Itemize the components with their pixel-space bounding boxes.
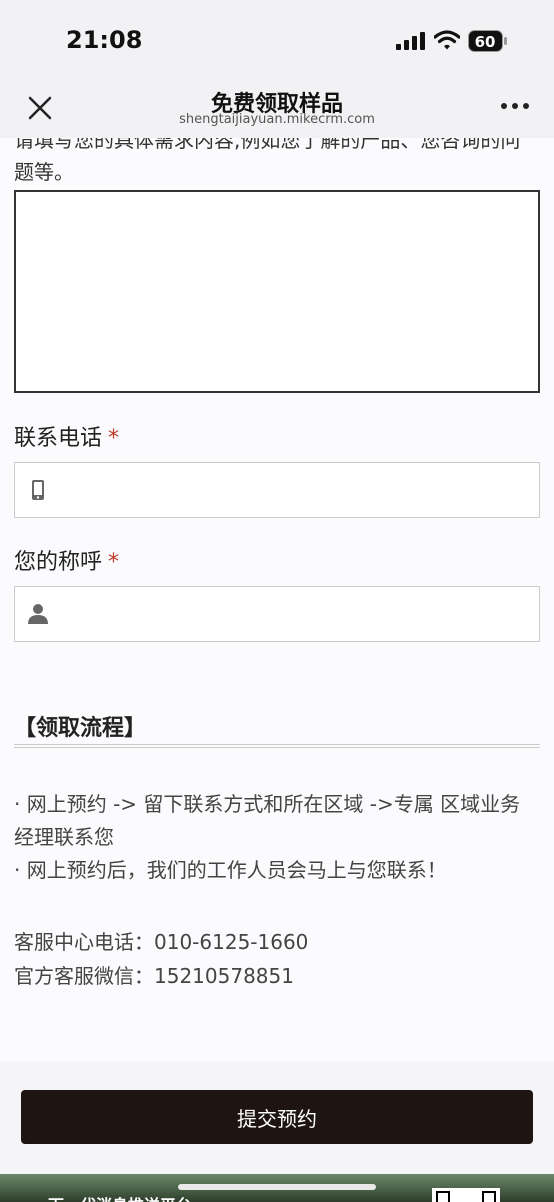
flow-line: · 网上预约 -> 留下联系方式和所在区域 ->专属 区域业务经理联系您 <box>14 792 521 849</box>
home-indicator[interactable] <box>178 1184 376 1190</box>
service-wechat: 官方客服微信：15210578851 <box>14 964 294 988</box>
submit-area: 提交预约 <box>0 1062 554 1174</box>
section-divider <box>14 744 540 748</box>
status-bar: 21:08 60 <box>0 0 554 78</box>
requirements-textarea[interactable] <box>14 190 540 393</box>
user-icon <box>28 604 48 624</box>
flow-description: · 网上预约 -> 留下联系方式和所在区域 ->专属 区域业务经理联系您 · 网… <box>14 788 540 887</box>
form-content: 请填写您的具体需求内容,例如您了解的产品、您咨询的问题等。 联系电话 * 您的称呼… <box>0 138 554 1062</box>
page-url: shengtaijiayuan.mikecrm.com <box>179 112 375 127</box>
status-time: 21:08 <box>66 26 143 54</box>
flow-line: · 网上预约后，我们的工作人员会马上与您联系！ <box>14 858 447 882</box>
more-options-icon[interactable] <box>500 98 530 114</box>
field-description: 请填写您的具体需求内容,例如您了解的产品、您咨询的问题等。 <box>14 138 521 184</box>
banner-text: 下一代消息推送平台 <box>48 1192 192 1202</box>
name-label: 您的称呼 * <box>14 544 119 576</box>
battery-level: 60 <box>475 33 496 51</box>
name-input-wrapper[interactable] <box>14 586 540 642</box>
battery-icon: 60 <box>468 30 507 52</box>
browser-nav-bar: 免费领取样品 shengtaijiayuan.mikecrm.com <box>0 78 554 138</box>
phone-input[interactable] <box>65 463 525 517</box>
mobile-phone-icon <box>32 480 44 500</box>
flow-section-title: 【领取流程】 <box>14 716 147 741</box>
name-label-text: 您的称呼 <box>14 550 103 575</box>
required-marker: * <box>108 550 120 575</box>
phone-label: 联系电话 * <box>14 420 119 452</box>
name-input[interactable] <box>65 587 525 641</box>
phone-label-text: 联系电话 <box>14 426 103 451</box>
submit-button[interactable]: 提交预约 <box>21 1090 533 1144</box>
cellular-signal-icon <box>396 32 425 50</box>
qr-code-icon <box>432 1188 500 1202</box>
wifi-icon <box>434 30 460 50</box>
phone-input-wrapper[interactable] <box>14 462 540 518</box>
required-marker: * <box>108 426 120 451</box>
service-phone: 客服中心电话：010-6125-1660 <box>14 930 309 954</box>
